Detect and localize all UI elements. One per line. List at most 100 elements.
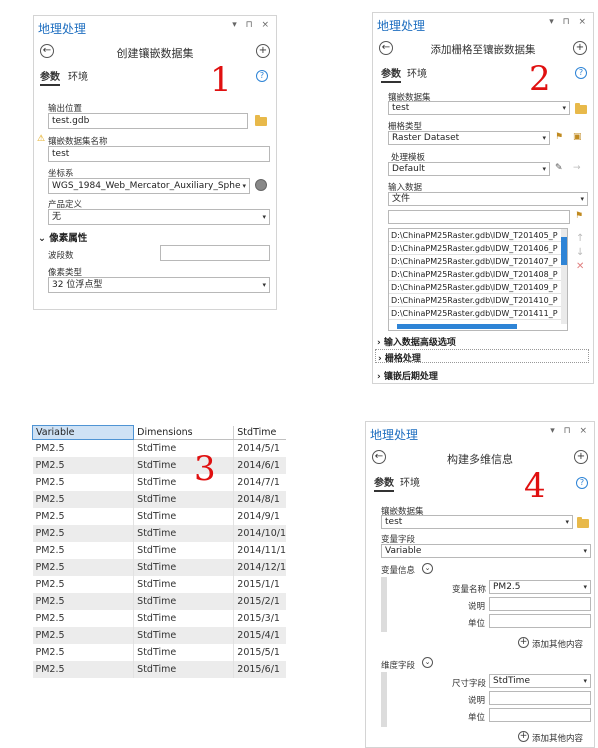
panel-window-controls[interactable]: ▾ ⊓ ×	[549, 17, 589, 27]
table-row[interactable]: PM2.5 StdTime 2015/5/1	[32, 643, 286, 661]
table-row[interactable]: PM2.5 StdTime 2015/4/1	[32, 626, 286, 644]
panel-title: 地理处理	[370, 428, 419, 442]
coord-system-dropdown[interactable]: WGS_1984_Web_Mercator_Auxiliary_Sphe ▾	[48, 178, 250, 194]
table-row[interactable]: PM2.5 StdTime 2015/3/1	[32, 609, 286, 627]
variable-field-value: Variable	[385, 546, 422, 556]
table-row[interactable]: PM2.5 StdTime 2014/11/1	[32, 541, 286, 559]
product-def-dropdown[interactable]: 无 ▾	[48, 209, 270, 225]
raster-properties-icon[interactable]: ⚑	[555, 132, 563, 142]
step-number: 3	[194, 449, 216, 489]
list-item[interactable]: D:\ChinaPM25Raster.gdb\IDW_T201410_P	[389, 294, 567, 307]
list-item[interactable]: D:\ChinaPM25Raster.gdb\IDW_T201409_P	[389, 281, 567, 294]
column-header-stdtime[interactable]: StdTime	[233, 425, 286, 440]
table-row[interactable]: PM2.5 StdTime 2014/8/1	[32, 490, 286, 508]
tab-parameters[interactable]: 参数	[381, 65, 401, 83]
collapse-icon[interactable]: ⌄	[422, 563, 433, 574]
list-item[interactable]: D:\ChinaPM25Raster.gdb\IDW_T201406_P	[389, 242, 567, 255]
mosaic-dataset-dropdown[interactable]: test ▾	[388, 101, 570, 115]
column-header-dimensions[interactable]: Dimensions	[133, 425, 235, 440]
input-file-list[interactable]: D:\ChinaPM25Raster.gdb\IDW_T201405_P D:\…	[388, 228, 568, 331]
table-cell: StdTime	[133, 456, 235, 474]
folder-icon[interactable]	[575, 103, 587, 114]
unit-input[interactable]	[489, 614, 591, 628]
table-cell: StdTime	[133, 473, 235, 491]
table-cell: PM2.5	[32, 507, 135, 525]
table-row[interactable]: PM2.5 StdTime 2015/2/1	[32, 592, 286, 610]
list-item[interactable]: D:\ChinaPM25Raster.gdb\IDW_T201408_P	[389, 268, 567, 281]
add-more-icon[interactable]: +	[518, 731, 529, 742]
table-row[interactable]: PM2.5 StdTime 2015/6/1	[32, 660, 286, 678]
panel-window-controls[interactable]: ▾ ⊓ ×	[550, 426, 590, 436]
template-arrow-icon[interactable]: →	[573, 163, 581, 173]
add-file-icon[interactable]: ⚑	[575, 211, 583, 221]
add-more-link[interactable]: 添加其他内容	[532, 638, 583, 650]
tab-environments[interactable]: 环境	[407, 65, 427, 80]
tab-environments[interactable]: 环境	[400, 474, 420, 489]
template-edit-icon[interactable]: ✎	[555, 163, 563, 173]
table-row[interactable]: PM2.5 StdTime 2014/12/1	[32, 558, 286, 576]
raster-processing-section[interactable]: › 栅格处理	[375, 349, 589, 364]
move-up-icon[interactable]: ↑	[576, 233, 584, 244]
globe-icon[interactable]	[255, 179, 267, 191]
horizontal-scroll-thumb[interactable]	[397, 324, 517, 329]
folder-icon[interactable]	[255, 115, 267, 126]
dimension-info-bar	[381, 672, 387, 727]
dimension-name-dropdown[interactable]: StdTime ▾	[489, 674, 591, 688]
list-item[interactable]: D:\ChinaPM25Raster.gdb\IDW_T201405_P	[389, 229, 567, 242]
table-row[interactable]: PM2.5 StdTime 2014/10/1	[32, 524, 286, 542]
unit-label: 单位	[468, 713, 486, 723]
processing-template-value: Default	[392, 164, 425, 174]
tab-parameters[interactable]: 参数	[40, 68, 60, 86]
column-header-variable[interactable]: Variable	[32, 425, 135, 440]
output-location-input[interactable]: test.gdb	[48, 113, 248, 129]
panel-header: 地理处理 ▾ ⊓ ×	[373, 13, 593, 35]
add-icon[interactable]: +	[573, 41, 587, 55]
add-more-link[interactable]: 添加其他内容	[532, 732, 583, 744]
section-label: 输入数据高级选项	[383, 338, 456, 348]
band-count-input[interactable]	[160, 245, 270, 261]
table-row[interactable]: PM2.5 StdTime 2014/5/1	[32, 439, 286, 457]
raster-type-dropdown[interactable]: Raster Dataset ▾	[388, 131, 550, 145]
description-input[interactable]	[489, 597, 591, 611]
mosaic-dataset-dropdown[interactable]: test ▾	[381, 515, 573, 529]
dataset-name-input[interactable]: test	[48, 146, 270, 162]
input-advanced-section[interactable]: › 输入数据高级选项	[377, 335, 456, 348]
help-icon[interactable]: ?	[576, 477, 588, 489]
unit-input[interactable]	[489, 708, 591, 722]
move-down-icon[interactable]: ↓	[576, 247, 584, 258]
pixel-properties-section[interactable]: ⌄ 像素属性	[38, 230, 87, 244]
help-icon[interactable]: ?	[575, 67, 587, 79]
collapse-icon[interactable]: ⌄	[422, 657, 433, 668]
raster-options-icon[interactable]: ▣	[573, 132, 582, 142]
add-more-icon[interactable]: +	[518, 637, 529, 648]
tab-environments[interactable]: 环境	[68, 68, 88, 83]
list-item[interactable]: D:\ChinaPM25Raster.gdb\IDW_T201411_P	[389, 307, 567, 320]
table-row[interactable]: PM2.5 StdTime 2014/9/1	[32, 507, 286, 525]
variable-name-dropdown[interactable]: PM2.5 ▾	[489, 580, 591, 594]
panel-window-controls[interactable]: ▾ ⊓ ×	[232, 20, 272, 30]
table-row[interactable]: PM2.5 StdTime 2014/7/1	[32, 473, 286, 491]
table-cell: PM2.5	[32, 660, 135, 678]
vertical-scrollbar[interactable]	[561, 229, 567, 324]
dimension-name-value: StdTime	[493, 676, 530, 686]
description-input[interactable]	[489, 691, 591, 705]
input-path-field[interactable]	[388, 210, 570, 224]
add-icon[interactable]: +	[574, 450, 588, 464]
tab-parameters[interactable]: 参数	[374, 474, 394, 492]
folder-icon[interactable]	[577, 517, 589, 528]
post-processing-section[interactable]: › 镶嵌后期处理	[377, 369, 438, 382]
table-row[interactable]: PM2.5 StdTime 2015/1/1	[32, 575, 286, 593]
vertical-scroll-thumb[interactable]	[561, 237, 567, 265]
input-data-dropdown[interactable]: 文件 ▾	[388, 192, 588, 206]
tool-header-row: ← 创建镶嵌数据集 +	[34, 38, 276, 64]
pixel-type-dropdown[interactable]: 32 位浮点型 ▾	[48, 277, 270, 293]
list-item[interactable]: D:\ChinaPM25Raster.gdb\IDW_T201407_P	[389, 255, 567, 268]
table-row[interactable]: PM2.5 StdTime 2014/6/1	[32, 456, 286, 474]
remove-icon[interactable]: ✕	[576, 261, 584, 272]
add-icon[interactable]: +	[256, 44, 270, 58]
variable-field-dropdown[interactable]: Variable ▾	[381, 544, 591, 558]
table-cell: PM2.5	[32, 609, 135, 627]
help-icon[interactable]: ?	[256, 70, 268, 82]
processing-template-dropdown[interactable]: Default ▾	[388, 162, 550, 176]
panel-header: 地理处理 ▾ ⊓ ×	[34, 16, 276, 38]
